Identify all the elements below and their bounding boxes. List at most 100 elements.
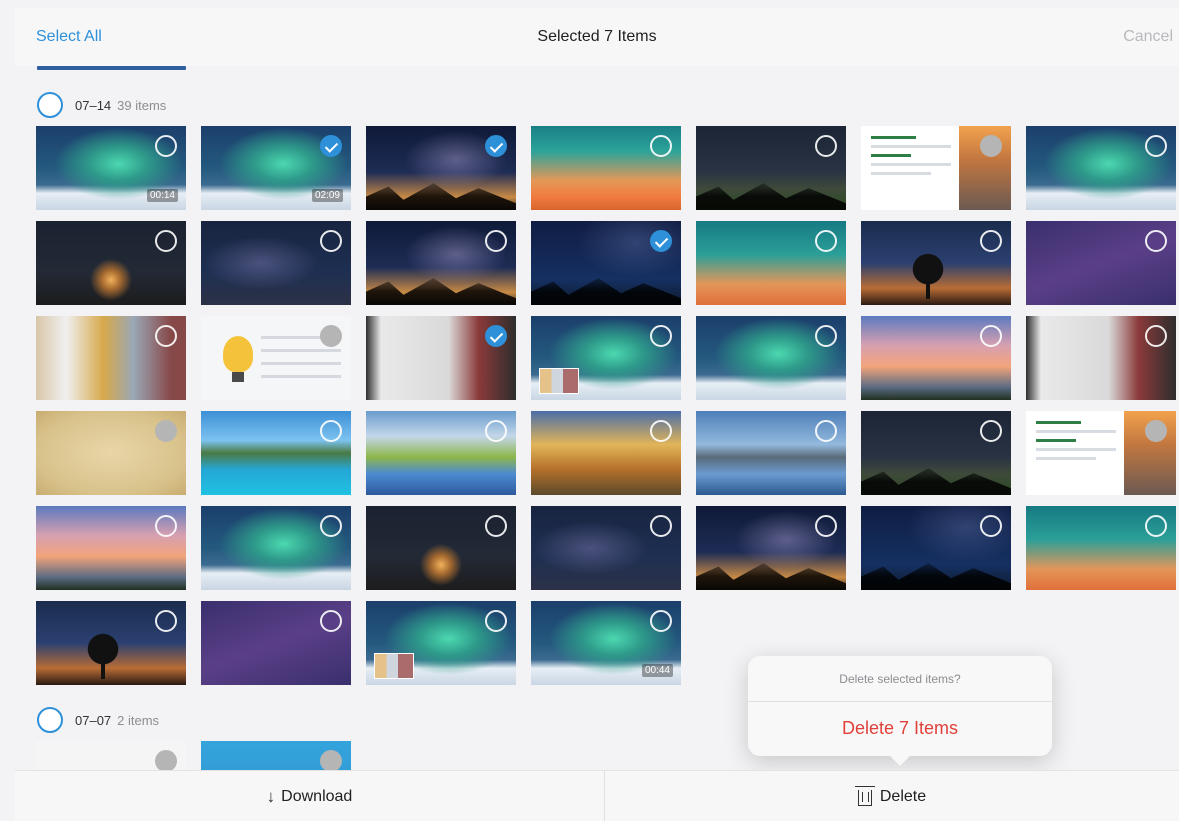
app-window: Select All Selected 7 Items Cancel 07–14…: [0, 0, 1179, 821]
popover-divider: [748, 701, 1052, 702]
selection-circle-icon[interactable]: [650, 515, 672, 537]
media-thumbnail[interactable]: [366, 126, 516, 210]
media-thumbnail[interactable]: [531, 126, 681, 210]
selection-circle-icon[interactable]: [155, 135, 177, 157]
media-thumbnail[interactable]: [861, 126, 1011, 210]
section-date: 07–14: [75, 97, 112, 113]
selection-circle-icon[interactable]: [1145, 135, 1167, 157]
cancel-button[interactable]: Cancel: [1123, 28, 1173, 46]
slide-text-lines: [1036, 421, 1116, 466]
media-thumbnail[interactable]: [1026, 316, 1176, 400]
media-thumbnail[interactable]: [366, 601, 516, 685]
media-thumbnail[interactable]: [201, 316, 351, 400]
selection-circle-icon[interactable]: [155, 325, 177, 347]
inset-preview: [539, 368, 579, 394]
media-thumbnail[interactable]: [1026, 221, 1176, 305]
media-thumbnail[interactable]: [1026, 411, 1176, 495]
selection-circle-icon[interactable]: [650, 420, 672, 442]
media-thumbnail[interactable]: [696, 221, 846, 305]
media-thumbnail[interactable]: [861, 316, 1011, 400]
selection-circle-icon[interactable]: [485, 515, 507, 537]
selection-circle-icon[interactable]: [650, 325, 672, 347]
media-thumbnail[interactable]: [36, 221, 186, 305]
checkmark-selected-icon[interactable]: [485, 325, 507, 347]
selection-circle-icon[interactable]: [980, 135, 1002, 157]
media-thumbnail[interactable]: [861, 411, 1011, 495]
media-thumbnail[interactable]: [201, 221, 351, 305]
selection-circle-icon[interactable]: [980, 325, 1002, 347]
selection-circle-icon[interactable]: [320, 325, 342, 347]
selection-circle-icon[interactable]: [155, 420, 177, 442]
media-thumbnail[interactable]: 02:09: [201, 126, 351, 210]
selection-circle-icon[interactable]: [815, 230, 837, 252]
media-thumbnail[interactable]: [36, 506, 186, 590]
selection-circle-icon[interactable]: [815, 325, 837, 347]
media-thumbnail[interactable]: [366, 221, 516, 305]
selection-circle-icon[interactable]: [320, 515, 342, 537]
inset-preview: [374, 653, 414, 679]
media-thumbnail[interactable]: [366, 506, 516, 590]
media-thumbnail[interactable]: [531, 411, 681, 495]
confirm-delete-button[interactable]: Delete 7 Items: [748, 718, 1052, 739]
selection-circle-icon[interactable]: [485, 610, 507, 632]
media-thumbnail[interactable]: [531, 221, 681, 305]
media-thumbnail[interactable]: [201, 411, 351, 495]
media-thumbnail[interactable]: [36, 601, 186, 685]
checkmark-selected-icon[interactable]: [485, 135, 507, 157]
selection-circle-icon[interactable]: [815, 515, 837, 537]
media-thumbnail[interactable]: [696, 126, 846, 210]
selection-circle-icon[interactable]: [1145, 325, 1167, 347]
media-thumbnail[interactable]: [861, 506, 1011, 590]
media-thumbnail[interactable]: [201, 601, 351, 685]
checkmark-selected-icon[interactable]: [650, 230, 672, 252]
trash-icon: [854, 785, 875, 806]
selection-circle-icon[interactable]: [650, 610, 672, 632]
download-button[interactable]: ↓ Download: [15, 771, 604, 821]
media-thumbnail[interactable]: [36, 411, 186, 495]
selection-circle-icon[interactable]: [980, 515, 1002, 537]
media-thumbnail[interactable]: [201, 506, 351, 590]
selection-circle-icon[interactable]: [1145, 230, 1167, 252]
selection-circle-icon[interactable]: [815, 135, 837, 157]
media-thumbnail[interactable]: [696, 411, 846, 495]
media-thumbnail[interactable]: [696, 506, 846, 590]
selection-circle-icon[interactable]: [320, 610, 342, 632]
delete-button[interactable]: Delete: [605, 771, 1179, 821]
media-thumbnail[interactable]: 00:44: [531, 601, 681, 685]
section-select-circle[interactable]: [37, 92, 63, 118]
selection-circle-icon[interactable]: [980, 230, 1002, 252]
header-bar: Select All Selected 7 Items Cancel: [15, 8, 1179, 66]
media-thumbnail[interactable]: [1026, 506, 1176, 590]
selection-circle-icon[interactable]: [155, 230, 177, 252]
selection-circle-icon[interactable]: [650, 135, 672, 157]
selection-circle-icon[interactable]: [320, 420, 342, 442]
media-thumbnail[interactable]: [861, 221, 1011, 305]
media-thumbnail[interactable]: [531, 506, 681, 590]
section-select-circle[interactable]: [37, 707, 63, 733]
selection-circle-icon[interactable]: [980, 420, 1002, 442]
selection-circle-icon[interactable]: [485, 230, 507, 252]
selection-circle-icon[interactable]: [1145, 515, 1167, 537]
tree-silhouette: [906, 253, 950, 299]
download-label: Download: [281, 787, 353, 805]
media-thumbnail[interactable]: [1026, 126, 1176, 210]
selection-circle-icon[interactable]: [155, 750, 177, 772]
download-arrow-icon: ↓: [266, 786, 276, 806]
media-thumbnail[interactable]: 00:14: [36, 126, 186, 210]
checkmark-selected-icon[interactable]: [320, 135, 342, 157]
popover-message: Delete selected items?: [839, 672, 961, 686]
selection-circle-icon[interactable]: [320, 750, 342, 772]
photo-grid: 00:14 02:09 00:44: [36, 126, 1176, 685]
media-thumbnail[interactable]: [366, 316, 516, 400]
selection-circle-icon[interactable]: [815, 420, 837, 442]
media-thumbnail[interactable]: [36, 316, 186, 400]
media-thumbnail[interactable]: [531, 316, 681, 400]
selection-circle-icon[interactable]: [320, 230, 342, 252]
media-thumbnail[interactable]: [366, 411, 516, 495]
selection-circle-icon[interactable]: [155, 515, 177, 537]
selection-circle-icon[interactable]: [485, 420, 507, 442]
selection-circle-icon[interactable]: [1145, 420, 1167, 442]
media-thumbnail[interactable]: [696, 316, 846, 400]
section-header-0714: 07–14 39 items: [37, 92, 166, 118]
selection-circle-icon[interactable]: [155, 610, 177, 632]
